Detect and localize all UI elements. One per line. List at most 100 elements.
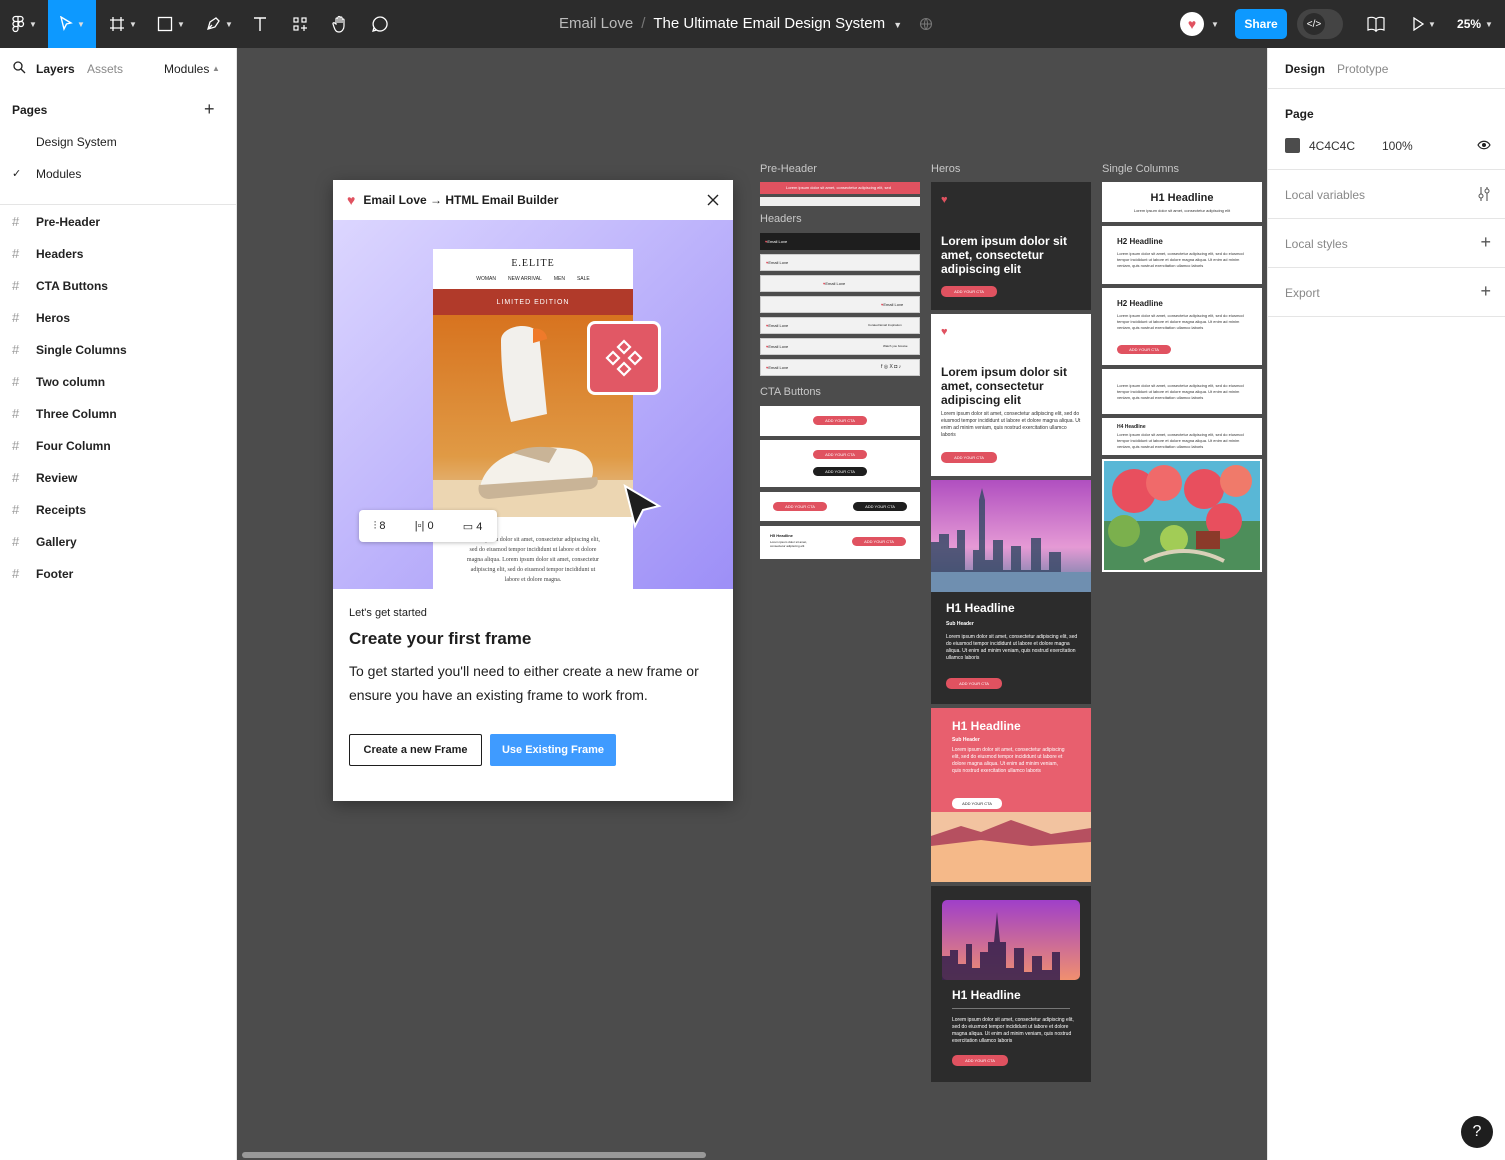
layer-item-gallery[interactable]: # Gallery (12, 534, 77, 549)
tab-modules[interactable]: Modules (164, 62, 209, 76)
layer-item-receipts[interactable]: # Receipts (12, 502, 86, 517)
help-button[interactable]: ? (1461, 1116, 1493, 1148)
chevron-down-icon: ▼ (77, 19, 85, 29)
layer-item-three-column[interactable]: # Three Column (12, 406, 117, 421)
layer-item-review[interactable]: # Review (12, 470, 77, 485)
search-icon[interactable] (13, 61, 26, 74)
variables-icon[interactable] (1477, 186, 1491, 202)
file-name[interactable]: The Ultimate Email Design System (653, 15, 885, 32)
page-color-swatch[interactable] (1285, 138, 1300, 153)
shape-tool-button[interactable]: ▼ (152, 0, 190, 48)
chevron-down-icon: ▼ (225, 19, 233, 29)
page-item-modules[interactable]: Modules (36, 167, 81, 181)
move-tool-button[interactable]: ▼ (48, 0, 96, 48)
heart-logo-icon: ♥ (941, 326, 948, 338)
single-column-frame[interactable]: Lorem ipsum dolor sit amet, consectetur … (1102, 369, 1262, 414)
single-column-body: Lorem ipsum dolor sit amet, consectetur … (1117, 251, 1244, 268)
layer-item-two-column[interactable]: # Two column (12, 374, 105, 389)
single-column-frame[interactable]: H4 Headline Lorem ipsum dolor sit amet, … (1102, 418, 1262, 455)
auto-layout-spacing: ⫶ 8 |▫| 0 ▭ 4 (359, 510, 497, 542)
cta-frame[interactable]: H5 Headline Lorem ipsum dolor sit amet, c… (760, 526, 920, 559)
tab-layers[interactable]: Layers (36, 62, 75, 76)
header-frame[interactable]: ♥Email Love (760, 296, 920, 313)
layer-item-footer[interactable]: # Footer (12, 566, 73, 581)
frame-label-heros[interactable]: Heros (931, 163, 960, 175)
comment-tool-button[interactable] (366, 0, 394, 48)
project-name[interactable]: Email Love (559, 15, 633, 32)
main-menu-button[interactable]: ▼ (8, 0, 40, 48)
add-page-icon[interactable]: + (204, 100, 215, 118)
layer-item-cta-buttons[interactable]: # CTA Buttons (12, 278, 108, 293)
share-button[interactable]: Share (1235, 9, 1287, 39)
create-new-frame-button[interactable]: Create a new Frame (349, 734, 482, 766)
eye-icon[interactable] (1477, 140, 1491, 150)
header-frame[interactable]: ♥Email Love Watch you browse (760, 338, 920, 355)
single-column-frame[interactable]: H1 Headline Lorem ipsum dolor sit amet, … (1102, 182, 1262, 222)
close-icon[interactable] (707, 194, 719, 206)
tab-design[interactable]: Design (1285, 62, 1325, 76)
header-logo-text: Email Love (768, 344, 789, 349)
layer-item-pre-header[interactable]: # Pre-Header (12, 214, 100, 229)
header-frame[interactable]: ♥Email Love (760, 275, 920, 292)
frame-label-cta-buttons[interactable]: CTA Buttons (760, 386, 821, 398)
frame-label-headers[interactable]: Headers (760, 213, 802, 225)
pen-tool-button[interactable]: ▼ (199, 0, 239, 48)
layer-item-heros[interactable]: # Heros (12, 310, 70, 325)
layer-label: Receipts (36, 502, 87, 517)
frame-label-single-columns[interactable]: Single Columns (1102, 163, 1179, 175)
tab-prototype[interactable]: Prototype (1337, 62, 1388, 76)
avatar-menu-chevron[interactable]: ▼ (1206, 0, 1220, 48)
layer-label: Four Column (36, 438, 111, 453)
cta-button: ADD YOUR CTA (941, 452, 997, 463)
hero-frame-city[interactable]: H1 Headline Sub Header Lorem ipsum dolor… (931, 480, 1091, 704)
hero-frame-dark[interactable]: ♥ Lorem ipsum dolor sit amet, consectetu… (931, 182, 1091, 310)
single-column-frame[interactable]: H2 Headline Lorem ipsum dolor sit amet, … (1102, 226, 1262, 284)
toolbar: ▼ ▼ ▼ ▼ ▼ Email Love / The Ultimate Email … (0, 0, 1505, 48)
library-button[interactable] (1362, 0, 1390, 48)
header-frame[interactable]: ♥Email Love (760, 233, 920, 250)
header-frame[interactable]: ♥Email Love f ◎ X ◘ ♪ (760, 359, 920, 376)
present-button[interactable]: ▼ (1406, 0, 1442, 48)
cta-frame[interactable]: ADD YOUR CTA ADD YOUR CTA (760, 440, 920, 487)
header-frame[interactable]: ♥Email Love Curated Email Inspiration (760, 317, 920, 334)
local-variables-label[interactable]: Local variables (1285, 188, 1365, 202)
preheader-frame[interactable]: Lorem ipsum dolor sit amet, consectetur … (760, 182, 920, 194)
header-frame[interactable]: ♥Email Love (760, 254, 920, 271)
add-export-icon[interactable]: + (1480, 281, 1491, 302)
layer-item-four-column[interactable]: # Four Column (12, 438, 111, 453)
hero-frame-light[interactable]: ♥ Lorem ipsum dolor sit amet, consectetu… (931, 314, 1091, 476)
user-avatar[interactable]: ♥ (1180, 12, 1204, 36)
dev-mode-toggle[interactable]: </> (1297, 9, 1343, 39)
play-icon (1413, 17, 1425, 31)
components-icon (293, 17, 307, 31)
frame-label-pre-header[interactable]: Pre-Header (760, 163, 817, 175)
add-style-icon[interactable]: + (1480, 232, 1491, 253)
single-column-image-frame[interactable] (1102, 459, 1262, 572)
hand-tool-button[interactable] (326, 0, 354, 48)
tab-assets[interactable]: Assets (87, 62, 123, 76)
cta-frame[interactable]: ADD YOUR CTA (760, 406, 920, 436)
horizontal-scrollbar[interactable] (242, 1152, 706, 1158)
frame-icon: # (12, 342, 20, 357)
cta-frame[interactable]: ADD YOUR CTA ADD YOUR CTA (760, 492, 920, 521)
use-existing-frame-button[interactable]: Use Existing Frame (490, 734, 616, 766)
globe-icon[interactable] (917, 0, 935, 48)
hero-frame-skyline[interactable]: H1 Headline Lorem ipsum dolor sit amet, … (931, 886, 1091, 1082)
email-nav-item: MEN (553, 276, 565, 282)
file-title[interactable]: Email Love / The Ultimate Email Design Sys… (559, 15, 902, 32)
preheader-frame-2[interactable] (760, 197, 920, 206)
chevron-up-icon[interactable]: ▲ (212, 64, 220, 73)
single-column-frame[interactable]: H2 Headline Lorem ipsum dolor sit amet, … (1102, 288, 1262, 365)
page-color-opacity[interactable]: 100% (1382, 139, 1413, 153)
hero-frame-coral[interactable]: H1 Headline Sub Header Lorem ipsum dolor… (931, 708, 1091, 882)
zoom-menu[interactable]: 25% ▼ (1452, 0, 1498, 48)
page-color-hex[interactable]: 4C4C4C (1309, 139, 1355, 153)
layer-item-single-columns[interactable]: # Single Columns (12, 342, 127, 357)
chevron-down-icon[interactable]: ▼ (893, 20, 902, 30)
frame-icon: # (12, 406, 20, 421)
layer-item-headers[interactable]: # Headers (12, 246, 83, 261)
components-tool-button[interactable] (286, 0, 314, 48)
page-item-design-system[interactable]: Design System (36, 135, 117, 149)
frame-tool-button[interactable]: ▼ (104, 0, 142, 48)
text-tool-button[interactable] (246, 0, 274, 48)
